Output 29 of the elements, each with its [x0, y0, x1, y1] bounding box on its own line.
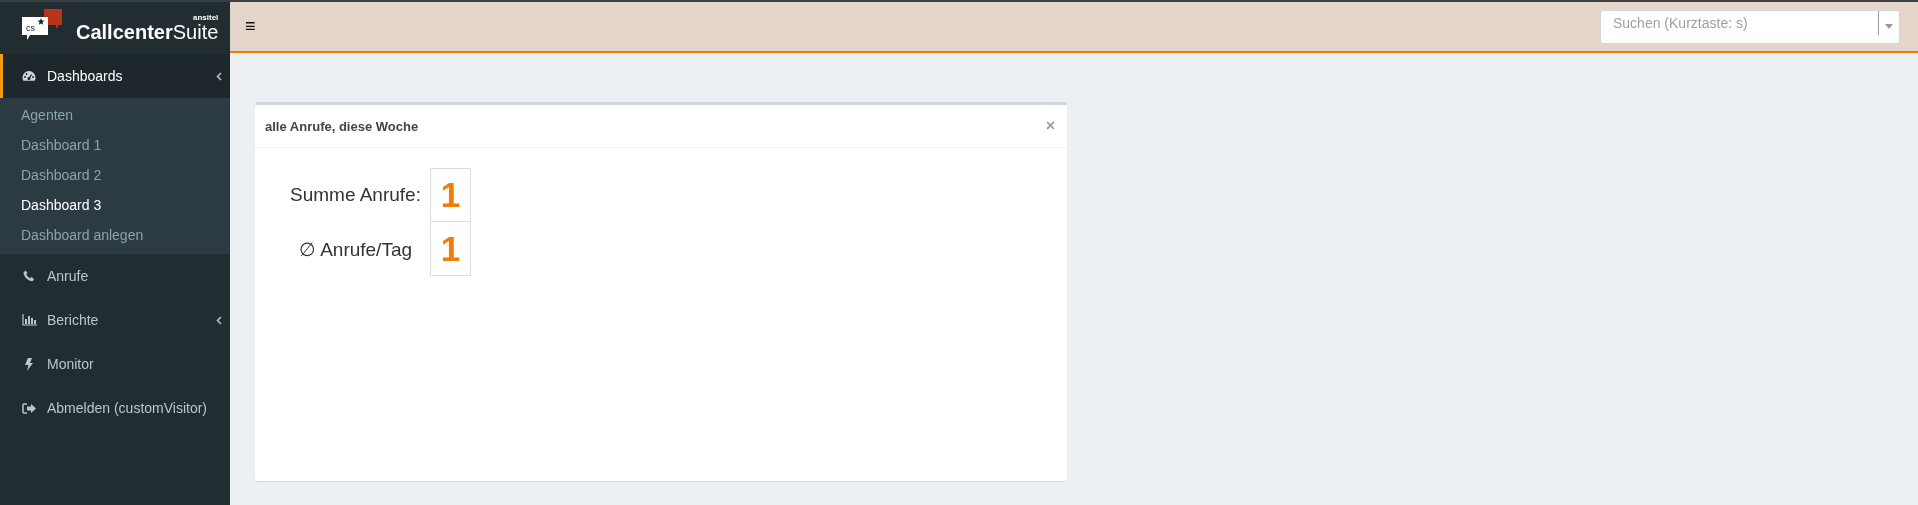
submenu-item[interactable]: Dashboard 3 — [0, 190, 230, 220]
stat-value: 1 — [429, 168, 471, 222]
app-name: CallcenterSuite — [76, 20, 219, 43]
nav-item[interactable]: Anrufe — [0, 254, 230, 298]
submenu-item[interactable]: Dashboard anlegen — [0, 220, 230, 250]
caret-icon — [1885, 24, 1893, 29]
nav-item[interactable]: Abmelden (customVisitor) — [0, 386, 230, 430]
search-field[interactable]: Suchen (Kurztaste: s) — [1600, 9, 1900, 44]
company-name: ansitel — [192, 12, 219, 22]
sign-out-icon — [22, 402, 36, 414]
stat-label: Summe Anrufe: — [290, 183, 422, 207]
dashboard-icon — [22, 70, 36, 82]
submenu-item[interactable]: Agenten — [0, 100, 230, 130]
nav-item[interactable]: Berichte — [0, 298, 230, 342]
chevron-icon — [216, 315, 222, 325]
stat-value: 1 — [429, 222, 471, 276]
chevron-icon — [216, 71, 222, 81]
submenu-item[interactable]: Dashboard 1 — [0, 130, 230, 160]
lightning-icon — [25, 357, 33, 371]
bar-chart-icon — [21, 314, 37, 326]
nav-item[interactable]: Monitor — [0, 342, 230, 386]
phone-icon — [23, 270, 35, 282]
logo-icon — [22, 9, 62, 40]
stat-label: ∅ Anrufe/Tag — [297, 237, 414, 262]
nav-item[interactable]: Dashboards — [0, 54, 230, 98]
menu-button[interactable]: ≡ — [245, 16, 256, 37]
logo-badge-text: cs — [26, 23, 35, 33]
widget-title: alle Anrufe, diese Woche — [265, 118, 420, 134]
submenu-item[interactable]: Dashboard 2 — [0, 160, 230, 190]
